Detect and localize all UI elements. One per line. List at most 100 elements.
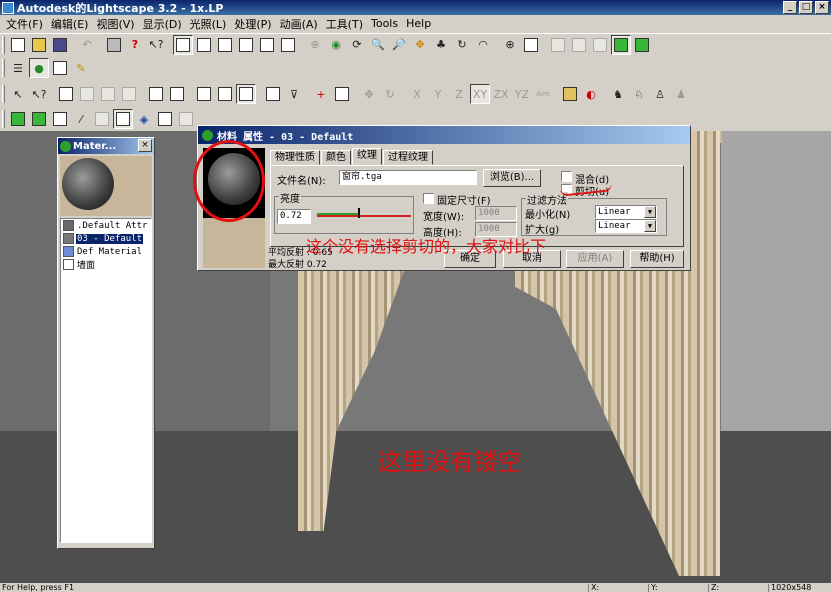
list-item[interactable]: Def Material bbox=[61, 245, 151, 258]
display-7-icon[interactable]: ◈ bbox=[134, 109, 154, 129]
display-6-icon[interactable] bbox=[113, 109, 133, 129]
filter-icon[interactable]: ⊽ bbox=[284, 84, 304, 104]
render-dim-3-icon[interactable] bbox=[590, 35, 610, 55]
figure-3-icon[interactable]: ♙ bbox=[650, 84, 670, 104]
new-file-icon[interactable] bbox=[8, 35, 28, 55]
material-sphere-icon[interactable]: ● bbox=[29, 58, 49, 78]
brightness-input[interactable]: 0.72 bbox=[277, 209, 311, 224]
figure-2-icon[interactable]: ♘ bbox=[629, 84, 649, 104]
help-button[interactable]: 帮助(H) bbox=[630, 250, 684, 268]
figure-1-icon[interactable]: ♞ bbox=[608, 84, 628, 104]
transform-1-icon[interactable] bbox=[194, 84, 214, 104]
transform-3-icon[interactable] bbox=[236, 84, 256, 104]
display-3-icon[interactable] bbox=[50, 109, 70, 129]
save-icon[interactable] bbox=[50, 35, 70, 55]
menu-tools[interactable]: Tools bbox=[367, 17, 402, 30]
figure-4-icon[interactable]: ♟ bbox=[671, 84, 691, 104]
select-arrow-icon[interactable]: ↖ bbox=[8, 84, 28, 104]
view-mode-1-icon[interactable] bbox=[173, 34, 193, 55]
filename-input[interactable]: 窗帘.tga bbox=[339, 170, 477, 185]
render-dim-2-icon[interactable] bbox=[569, 35, 589, 55]
width-input[interactable]: 1000 bbox=[475, 206, 517, 221]
menu-animation[interactable]: 动画(A) bbox=[276, 16, 322, 32]
zoom-in-icon[interactable]: 🔍 bbox=[368, 35, 388, 55]
magnify-select[interactable]: Linear ▼ bbox=[595, 219, 657, 233]
view-mode-2-icon[interactable] bbox=[194, 35, 214, 55]
display-5-icon[interactable] bbox=[92, 109, 112, 129]
menu-edit[interactable]: 编辑(E) bbox=[47, 16, 93, 32]
props-3-icon[interactable]: ◐ bbox=[581, 84, 601, 104]
open-folder-icon[interactable] bbox=[29, 35, 49, 55]
list-item[interactable]: 墙面 bbox=[61, 258, 151, 271]
view-mode-5-icon[interactable] bbox=[257, 35, 277, 55]
axis-zx-button[interactable]: ZX bbox=[491, 84, 511, 104]
transform-2-icon[interactable] bbox=[215, 84, 235, 104]
minify-select[interactable]: Linear ▼ bbox=[595, 205, 657, 219]
props-1-icon[interactable] bbox=[263, 84, 283, 104]
render-green-1-icon[interactable] bbox=[611, 34, 631, 55]
orbit-icon[interactable]: ⟳ bbox=[347, 35, 367, 55]
display-9-icon[interactable] bbox=[176, 109, 196, 129]
copy-icon[interactable] bbox=[50, 58, 70, 78]
menu-tools-cn[interactable]: 工具(T) bbox=[322, 16, 367, 32]
axis-aim-button[interactable]: Aim bbox=[533, 84, 553, 104]
display-4-icon[interactable]: ⁄ bbox=[71, 109, 91, 129]
context-help-icon[interactable]: ↖? bbox=[146, 35, 166, 55]
menu-process[interactable]: 处理(P) bbox=[230, 16, 275, 32]
select-tool-3-icon[interactable] bbox=[98, 84, 118, 104]
axis-y-button[interactable]: Y bbox=[428, 84, 448, 104]
walk-icon[interactable]: ♣ bbox=[431, 35, 451, 55]
display-2-icon[interactable] bbox=[29, 109, 49, 129]
pan-icon[interactable]: ✥ bbox=[410, 35, 430, 55]
menu-display[interactable]: 显示(D) bbox=[139, 16, 186, 32]
help-question-icon[interactable]: ? bbox=[125, 35, 145, 55]
minimize-button[interactable]: _ bbox=[783, 1, 797, 14]
axis-x-button[interactable]: X bbox=[407, 84, 427, 104]
toolbar-grip[interactable] bbox=[2, 35, 5, 54]
axis-z-button[interactable]: Z bbox=[449, 84, 469, 104]
select-tool-1-icon[interactable] bbox=[56, 84, 76, 104]
print-icon[interactable] bbox=[104, 35, 124, 55]
close-button[interactable]: × bbox=[815, 1, 829, 14]
browse-button[interactable]: 浏览(B)... bbox=[483, 169, 541, 187]
maximize-button[interactable]: □ bbox=[799, 1, 813, 14]
zoom-window-icon[interactable] bbox=[521, 35, 541, 55]
toolbar-grip[interactable] bbox=[2, 110, 5, 128]
select-query-icon[interactable]: ↖? bbox=[29, 84, 49, 104]
tab-physical[interactable]: 物理性质 bbox=[270, 150, 320, 165]
display-1-icon[interactable] bbox=[8, 109, 28, 129]
chevron-down-icon[interactable]: ▼ bbox=[644, 206, 656, 218]
axis-xy-button[interactable]: XY bbox=[470, 84, 490, 104]
select-tool-4-icon[interactable] bbox=[119, 84, 139, 104]
menu-view[interactable]: 视图(V) bbox=[92, 16, 138, 32]
undo-icon[interactable]: ↶ bbox=[77, 35, 97, 55]
view-mode-4-icon[interactable] bbox=[236, 35, 256, 55]
page-2-icon[interactable] bbox=[167, 84, 187, 104]
menu-help[interactable]: Help bbox=[402, 17, 435, 30]
eye-icon[interactable]: ◉ bbox=[326, 35, 346, 55]
lasso-icon[interactable]: ◠ bbox=[473, 35, 493, 55]
zoom-all-icon[interactable]: ⊕ bbox=[500, 35, 520, 55]
add-light-icon[interactable]: + bbox=[311, 84, 331, 104]
axis-yz-button[interactable]: YZ bbox=[512, 84, 532, 104]
rotate-icon[interactable]: ↻ bbox=[452, 35, 472, 55]
render-dim-1-icon[interactable] bbox=[548, 35, 568, 55]
chevron-down-icon[interactable]: ▼ bbox=[644, 220, 656, 232]
list-item[interactable]: .Default Attr bbox=[61, 219, 151, 232]
light-arrange-icon[interactable] bbox=[332, 84, 352, 104]
page-1-icon[interactable] bbox=[146, 84, 166, 104]
props-2-icon[interactable] bbox=[560, 84, 580, 104]
blend-checkbox[interactable] bbox=[561, 171, 572, 182]
rotate-dim-icon[interactable]: ↻ bbox=[380, 84, 400, 104]
fixed-size-checkbox[interactable] bbox=[423, 193, 434, 204]
brightness-slider-thumb[interactable] bbox=[358, 208, 360, 218]
materials-close-button[interactable]: × bbox=[138, 139, 152, 152]
tab-color[interactable]: 颜色 bbox=[321, 150, 351, 165]
render-green-2-icon[interactable] bbox=[632, 35, 652, 55]
zoom-out-icon[interactable]: 🔎 bbox=[389, 35, 409, 55]
tab-procedural[interactable]: 过程纹理 bbox=[383, 150, 433, 165]
view-mode-6-icon[interactable] bbox=[278, 35, 298, 55]
menu-light[interactable]: 光照(L) bbox=[186, 16, 231, 32]
materials-list[interactable]: .Default Attr 03 - Default Def Material … bbox=[60, 218, 152, 543]
layers-icon[interactable]: ☰ bbox=[8, 58, 28, 78]
